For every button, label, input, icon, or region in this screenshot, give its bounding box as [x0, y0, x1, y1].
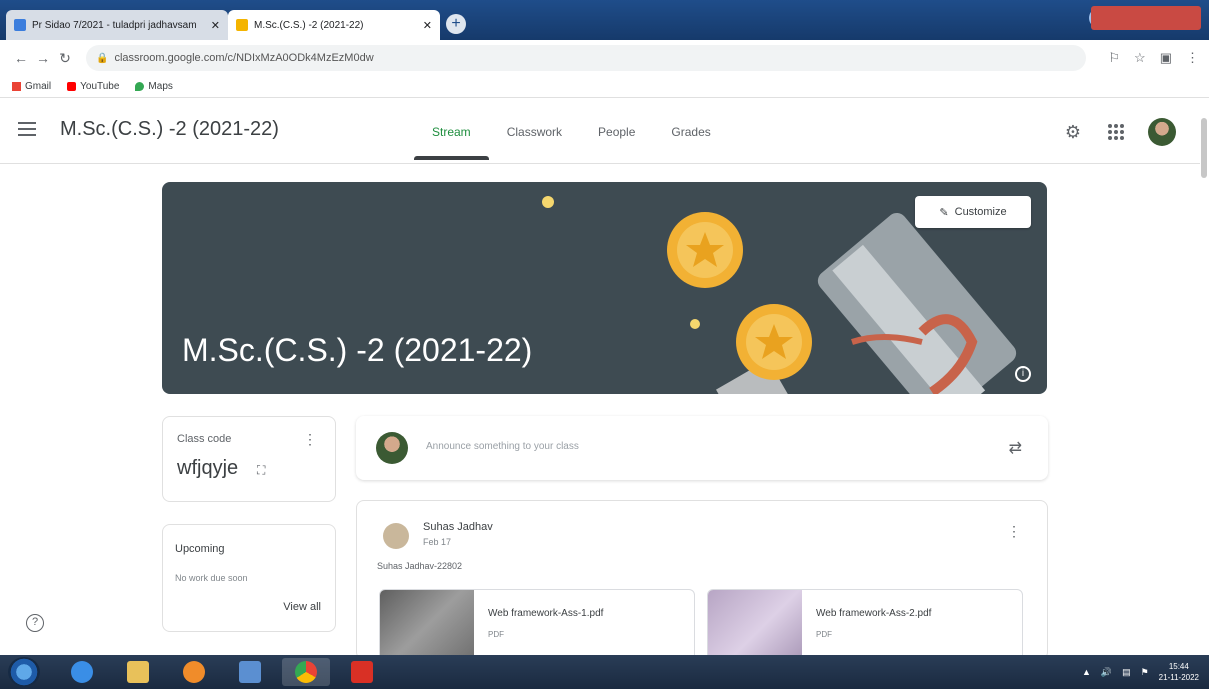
page-scrollbar[interactable]: [1201, 118, 1207, 178]
class-code-value: wfjqyje: [177, 457, 239, 479]
help-icon[interactable]: ?: [26, 614, 44, 632]
chrome-icon[interactable]: [282, 658, 330, 686]
bookmarks-bar: Gmail YouTube Maps: [0, 76, 1209, 98]
lock-icon: 🔒: [96, 52, 109, 64]
class-code-card: Class code ⋮ wfjqyje ⛶: [162, 416, 336, 502]
star-icon[interactable]: ☆: [1134, 50, 1146, 66]
customize-label: Customize: [954, 206, 1007, 218]
attachment-name: Web framework-Ass-2.pdf: [816, 608, 932, 619]
reload-icon[interactable]: ↻: [54, 50, 76, 67]
window-controls[interactable]: [1091, 6, 1201, 30]
browser-tab-1[interactable]: Pr Sidao 7/2021 - tuladpri jadhavsam ✕: [6, 10, 228, 40]
clock[interactable]: 15:44 21-11-2022: [1159, 661, 1199, 683]
classroom-header: M.Sc.(C.S.) -2 (2021-22) Stream Classwor…: [0, 100, 1200, 164]
expand-icon[interactable]: ⛶: [257, 463, 265, 478]
stream-post: Suhas Jadhav Feb 17 ⋮ Suhas Jadhav-22802…: [356, 500, 1048, 661]
info-icon[interactable]: i: [1015, 366, 1031, 382]
bookmark-maps[interactable]: Maps: [135, 81, 173, 92]
tab-stream[interactable]: Stream: [414, 100, 489, 164]
clock-time: 15:44: [1168, 662, 1189, 671]
bookmark-label: Maps: [148, 81, 173, 92]
classroom-favicon: [236, 19, 248, 31]
view-all-link[interactable]: View all: [283, 601, 321, 613]
flag-icon[interactable]: ⚑: [1141, 667, 1149, 678]
post-text: Suhas Jadhav-22802: [377, 561, 463, 571]
youtube-icon: [67, 81, 77, 91]
more-vert-icon[interactable]: ⋮: [1007, 523, 1021, 540]
app-icon[interactable]: [226, 658, 274, 686]
bookmark-youtube[interactable]: YouTube: [67, 81, 119, 92]
avatar: [376, 432, 408, 464]
pencil-icon: ✎: [939, 206, 949, 219]
class-banner: M.Sc.(C.S.) -2 (2021-22) ✎ Customize i: [162, 182, 1047, 394]
announce-placeholder[interactable]: Announce something to your class: [426, 441, 579, 452]
apps-grid-icon[interactable]: [1108, 124, 1124, 140]
tab-classwork[interactable]: Classwork: [489, 100, 580, 164]
tab-close-icon[interactable]: ✕: [211, 19, 220, 32]
bookmark-gmail[interactable]: Gmail: [12, 81, 51, 92]
class-code-label: Class code: [177, 433, 232, 445]
attachment-type: PDF: [488, 630, 504, 639]
banner-title: M.Sc.(C.S.) -2 (2021-22): [182, 332, 533, 368]
repost-icon[interactable]: ⇄: [1009, 438, 1022, 458]
attachment-thumbnail: [708, 590, 802, 660]
attachment-card[interactable]: Web framework-Ass-2.pdf PDF: [707, 589, 1023, 661]
post-author: Suhas Jadhav: [423, 521, 493, 533]
bookmark-label: Gmail: [25, 81, 52, 92]
attachment-type: PDF: [816, 630, 832, 639]
class-name-title[interactable]: M.Sc.(C.S.) -2 (2021-22): [60, 118, 279, 141]
tab-close-icon[interactable]: ✕: [423, 19, 432, 32]
browser-tab-2[interactable]: M.Sc.(C.S.) -2 (2021-22) ✕: [228, 10, 440, 40]
browser-tabstrip: Pr Sidao 7/2021 - tuladpri jadhavsam ✕ M…: [0, 0, 1209, 40]
more-vert-icon[interactable]: ⋮: [303, 431, 317, 448]
upcoming-title: Upcoming: [175, 543, 225, 555]
gear-icon[interactable]: ⚙: [1062, 121, 1084, 143]
tray-arrow-icon[interactable]: ▲: [1082, 667, 1091, 677]
class-nav-tabs: Stream Classwork People Grades: [414, 100, 729, 164]
gmail-icon: [12, 81, 21, 91]
upcoming-card: Upcoming No work due soon View all: [162, 524, 336, 632]
folder-icon[interactable]: [114, 658, 162, 686]
clock-date: 21-11-2022: [1158, 673, 1199, 682]
menu-icon[interactable]: [18, 122, 36, 136]
url-text: classroom.google.com/c/NDIxMzA0ODk4MzEzM…: [114, 52, 374, 64]
start-button[interactable]: [8, 657, 40, 687]
maps-icon: [135, 81, 145, 91]
system-tray: ▲ 🔊 ▤ ⚑ 15:44 21-11-2022: [1082, 661, 1199, 683]
tab-grades[interactable]: Grades: [653, 100, 728, 164]
volume-icon[interactable]: 🔊: [1101, 667, 1112, 678]
attachment-name: Web framework-Ass-1.pdf: [488, 608, 604, 619]
attachment-thumbnail: [380, 590, 474, 660]
upcoming-empty-text: No work due soon: [175, 573, 248, 583]
attachment-card[interactable]: Web framework-Ass-1.pdf PDF: [379, 589, 695, 661]
browser-tab-title: Pr Sidao 7/2021 - tuladpri jadhavsam: [32, 19, 197, 31]
ie-icon[interactable]: [58, 658, 106, 686]
bookmark-label: YouTube: [80, 81, 120, 92]
browser-toolbar: ← → ↻ 🔒 classroom.google.com/c/NDIxMzA0O…: [0, 40, 1209, 76]
extension-icon[interactable]: ▣: [1160, 50, 1172, 66]
pdf-reader-icon[interactable]: [338, 658, 386, 686]
back-icon[interactable]: ←: [10, 50, 32, 66]
new-tab-button[interactable]: +: [446, 14, 466, 34]
announce-box[interactable]: Announce something to your class ⇄: [356, 416, 1048, 480]
browser-tab-title: M.Sc.(C.S.) -2 (2021-22): [254, 19, 364, 31]
avatar: [383, 523, 409, 549]
post-date: Feb 17: [423, 537, 452, 547]
address-bar[interactable]: 🔒 classroom.google.com/c/NDIxMzA0ODk4MzE…: [86, 45, 1086, 71]
customize-button[interactable]: ✎ Customize: [915, 196, 1031, 228]
kebab-menu-icon[interactable]: ⋮: [1186, 50, 1199, 66]
avatar[interactable]: [1148, 118, 1176, 146]
network-icon[interactable]: ▤: [1122, 667, 1131, 678]
media-player-icon[interactable]: [170, 658, 218, 686]
translate-icon[interactable]: ⚐: [1108, 50, 1120, 66]
forward-icon[interactable]: →: [32, 50, 54, 66]
tab-people[interactable]: People: [580, 100, 653, 164]
tab-favicon: [14, 19, 26, 31]
windows-taskbar: ▲ 🔊 ▤ ⚑ 15:44 21-11-2022: [0, 655, 1209, 689]
